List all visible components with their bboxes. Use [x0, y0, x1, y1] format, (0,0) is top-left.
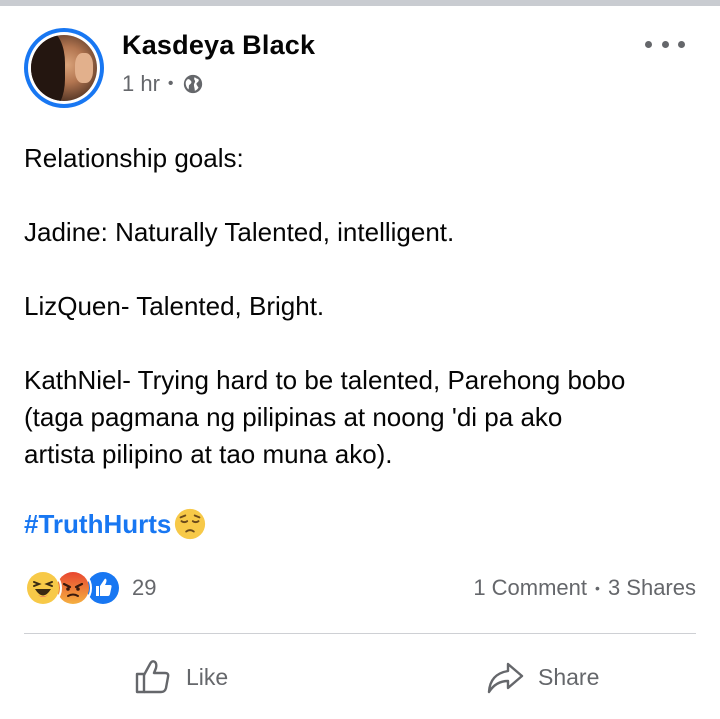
haha-icon	[24, 569, 62, 607]
like-button[interactable]: Like	[132, 655, 228, 699]
shares-count[interactable]: 3 Shares	[608, 575, 696, 601]
top-border	[0, 0, 720, 6]
post-line: Relationship goals:	[24, 143, 244, 173]
pensive-face-icon	[175, 508, 206, 540]
hashtag-link[interactable]: #TruthHurts	[24, 509, 171, 540]
post-body: Relationship goals: Jadine: Naturally Ta…	[24, 140, 704, 473]
post-line: artista pilipino at tao muna ako).	[24, 439, 393, 469]
engagement-separator: •	[595, 580, 600, 596]
engagement-stats: 1 Comment • 3 Shares	[473, 575, 696, 601]
avatar[interactable]	[24, 28, 104, 108]
avatar-photo	[31, 35, 97, 101]
post-meta: 1 hr •	[122, 70, 204, 98]
comments-count[interactable]: 1 Comment	[473, 575, 587, 601]
globe-icon[interactable]	[182, 73, 204, 95]
post-time[interactable]: 1 hr	[122, 71, 160, 97]
author-name[interactable]: Kasdeya Black	[122, 30, 315, 61]
post-line: KathNiel- Trying hard to be talented, Pa…	[24, 365, 626, 395]
divider	[24, 633, 696, 634]
like-label: Like	[186, 663, 229, 690]
share-button[interactable]: Share	[484, 655, 599, 699]
post-line: Jadine: Naturally Talented, intelligent.	[24, 217, 455, 247]
post-line: (taga pagmana ng pilipinas at noong 'di …	[24, 402, 563, 432]
post-line: LizQuen- Talented, Bright.	[24, 291, 325, 321]
hashtag-line: #TruthHurts	[24, 507, 207, 541]
reaction-count: 29	[132, 575, 157, 600]
more-options-icon[interactable]	[645, 32, 685, 56]
share-label: Share	[538, 663, 600, 690]
share-arrow-icon	[487, 662, 524, 694]
meta-separator: •	[167, 75, 174, 92]
reactions-summary[interactable]: 29	[24, 569, 157, 607]
thumbs-up-icon	[135, 660, 170, 694]
